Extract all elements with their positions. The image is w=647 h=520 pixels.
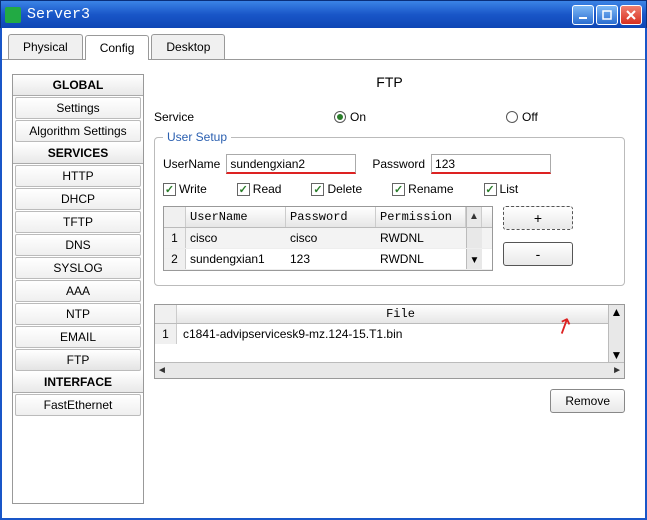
user-table-header-permission: Permission xyxy=(376,207,466,227)
scroll-right-icon[interactable]: ► xyxy=(612,365,622,376)
checkbox-read[interactable]: ✓Read xyxy=(237,182,282,196)
service-label: Service xyxy=(154,110,214,124)
row-index: 1 xyxy=(164,228,186,248)
row-password: 123 xyxy=(286,249,376,269)
sidebar-item-dhcp[interactable]: DHCP xyxy=(15,188,141,210)
checkbox-delete-label: Delete xyxy=(327,182,362,196)
minimize-button[interactable] xyxy=(572,5,594,25)
checkbox-list[interactable]: ✓List xyxy=(484,182,519,196)
sidebar-item-aaa[interactable]: AAA xyxy=(15,280,141,302)
check-icon: ✓ xyxy=(311,183,324,196)
radio-on-icon xyxy=(334,111,346,123)
scroll-down-icon[interactable]: ▼ xyxy=(470,255,480,266)
checkbox-read-label: Read xyxy=(253,182,282,196)
sidebar-item-dns[interactable]: DNS xyxy=(15,234,141,256)
app-icon xyxy=(5,7,21,23)
scroll-left-icon[interactable]: ◄ xyxy=(157,365,167,376)
add-user-button[interactable]: + xyxy=(503,206,573,230)
file-table-corner xyxy=(155,305,177,323)
checkbox-rename-label: Rename xyxy=(408,182,453,196)
remove-user-button[interactable]: - xyxy=(503,242,573,266)
panel-title: FTP xyxy=(154,74,625,90)
tab-bar: Physical Config Desktop xyxy=(2,28,645,60)
sidebar-item-tftp[interactable]: TFTP xyxy=(15,211,141,233)
horizontal-scrollbar[interactable]: ◄► xyxy=(155,362,624,378)
check-icon: ✓ xyxy=(237,183,250,196)
sidebar-header-global: GLOBAL xyxy=(13,75,143,96)
sidebar-item-ftp[interactable]: FTP xyxy=(15,349,141,371)
username-label: UserName xyxy=(163,157,220,171)
checkbox-delete[interactable]: ✓Delete xyxy=(311,182,362,196)
password-input[interactable] xyxy=(431,154,551,174)
radio-off-icon xyxy=(506,111,518,123)
table-row[interactable]: 1 cisco cisco RWDNL xyxy=(164,228,492,249)
user-setup-legend: User Setup xyxy=(163,130,231,144)
radio-off[interactable]: Off xyxy=(506,110,538,124)
tab-config[interactable]: Config xyxy=(85,35,150,60)
check-icon: ✓ xyxy=(392,183,405,196)
radio-on[interactable]: On xyxy=(334,110,366,124)
username-input[interactable] xyxy=(226,154,356,174)
table-row[interactable]: 2 sundengxian1 123 RWDNL ▼ xyxy=(164,249,492,270)
sidebar-item-algorithm-settings[interactable]: Algorithm Settings xyxy=(15,120,141,142)
sidebar-header-interface: INTERFACE xyxy=(13,372,143,393)
scroll-down-icon[interactable]: ▼ xyxy=(611,348,623,362)
sidebar-header-services: SERVICES xyxy=(13,143,143,164)
password-label: Password xyxy=(372,157,425,171)
user-table-corner xyxy=(164,207,186,227)
row-username: sundengxian1 xyxy=(186,249,286,269)
radio-off-label: Off xyxy=(522,110,538,124)
row-username: cisco xyxy=(186,228,286,248)
main-panel: FTP Service On Off User Setup xyxy=(144,74,635,496)
sidebar-item-syslog[interactable]: SYSLOG xyxy=(15,257,141,279)
tab-desktop[interactable]: Desktop xyxy=(151,34,225,59)
checkbox-rename[interactable]: ✓Rename xyxy=(392,182,453,196)
vertical-scrollbar[interactable]: ▲▼ xyxy=(608,305,624,362)
file-table: File 1 c1841-advipservicesk9-mz.124-15.T… xyxy=(154,304,625,379)
row-password: cisco xyxy=(286,228,376,248)
scroll-up-icon[interactable]: ▲ xyxy=(611,305,623,319)
row-index: 1 xyxy=(155,324,177,344)
user-table-header-password: Password xyxy=(286,207,376,227)
checkbox-list-label: List xyxy=(500,182,519,196)
file-table-header: File xyxy=(177,305,624,323)
check-icon: ✓ xyxy=(163,183,176,196)
radio-on-label: On xyxy=(350,110,366,124)
sidebar-item-settings[interactable]: Settings xyxy=(15,97,141,119)
title-bar: Server3 xyxy=(0,0,647,28)
close-button[interactable] xyxy=(620,5,642,25)
user-table: UserName Password Permission ▲ 1 cisco c… xyxy=(163,206,493,271)
window-title: Server3 xyxy=(27,6,572,23)
sidebar-item-fastethernet[interactable]: FastEthernet xyxy=(15,394,141,416)
row-permission: RWDNL xyxy=(376,228,466,248)
user-setup-group: User Setup UserName Password ✓Write ✓Rea… xyxy=(154,130,625,286)
check-icon: ✓ xyxy=(484,183,497,196)
sidebar: GLOBAL Settings Algorithm Settings SERVI… xyxy=(12,74,144,504)
row-index: 2 xyxy=(164,249,186,269)
checkbox-write-label: Write xyxy=(179,182,207,196)
sidebar-item-email[interactable]: EMAIL xyxy=(15,326,141,348)
scroll-up-icon[interactable]: ▲ xyxy=(469,210,479,223)
remove-file-button[interactable]: Remove xyxy=(550,389,625,413)
sidebar-item-ntp[interactable]: NTP xyxy=(15,303,141,325)
row-permission: RWDNL xyxy=(376,249,466,269)
sidebar-item-http[interactable]: HTTP xyxy=(15,165,141,187)
table-row[interactable]: 1 c1841-advipservicesk9-mz.124-15.T1.bin xyxy=(155,324,624,344)
tab-physical[interactable]: Physical xyxy=(8,34,83,59)
maximize-button[interactable] xyxy=(596,5,618,25)
user-table-header-username: UserName xyxy=(186,207,286,227)
checkbox-write[interactable]: ✓Write xyxy=(163,182,207,196)
file-name: c1841-advipservicesk9-mz.124-15.T1.bin xyxy=(177,324,624,344)
